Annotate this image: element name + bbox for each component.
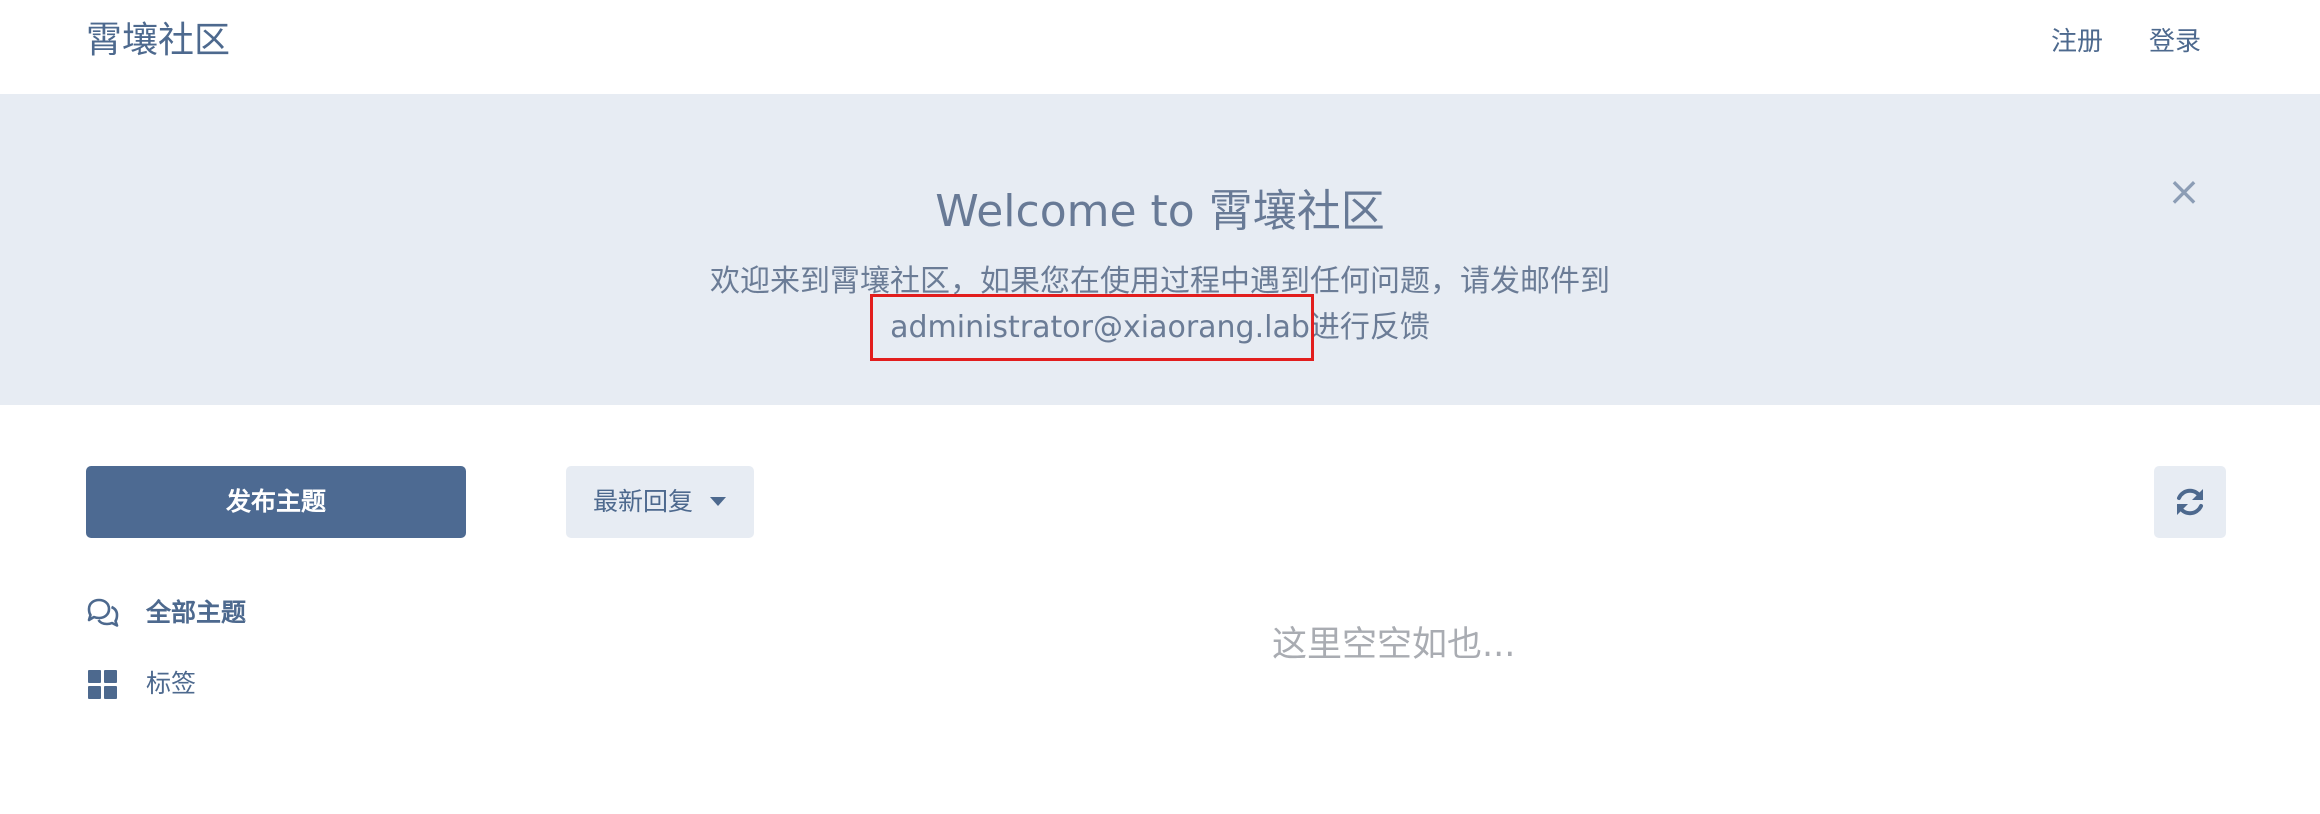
sidebar-item-label: 标签: [146, 669, 197, 698]
refresh-icon: [2177, 488, 2203, 516]
tags-grid-icon: [88, 670, 117, 699]
register-link[interactable]: 注册: [2051, 22, 2103, 62]
site-header: 霄壤社区 注册 登录: [0, 0, 2320, 94]
sort-dropdown[interactable]: 最新回复: [566, 466, 754, 538]
welcome-hero: Welcome to 霄壤社区 欢迎来到霄壤社区，如果您在使用过程中遇到任何问题…: [0, 94, 2320, 405]
empty-state-text: 这里空空如也...: [1272, 625, 1516, 665]
hero-text-feedback: 进行反馈: [1309, 310, 1430, 345]
close-icon[interactable]: ×: [2164, 172, 2204, 212]
chat-bubbles-icon: [87, 598, 119, 627]
chevron-down-icon: [710, 497, 726, 506]
hero-description: 欢迎来到霄壤社区，如果您在使用过程中遇到任何问题，请发邮件到 administr…: [0, 259, 2320, 361]
publish-topic-button[interactable]: 发布主题: [86, 466, 466, 538]
sidebar-item-tags[interactable]: 标签: [86, 664, 196, 704]
site-brand[interactable]: 霄壤社区: [86, 16, 230, 66]
refresh-button[interactable]: [2154, 466, 2226, 538]
sort-label: 最新回复: [593, 487, 694, 516]
sidebar-item-all-topics[interactable]: 全部主题: [86, 593, 246, 633]
sidebar-item-label: 全部主题: [146, 598, 247, 627]
login-link[interactable]: 登录: [2149, 22, 2201, 62]
hero-title: Welcome to 霄壤社区: [935, 186, 1385, 237]
email-address: administrator@xiaorang.lab: [870, 294, 1314, 361]
hero-text-line2: administrator@xiaorang.lab进行反馈: [870, 294, 1430, 361]
header-nav: 注册 登录: [2051, 22, 2201, 62]
